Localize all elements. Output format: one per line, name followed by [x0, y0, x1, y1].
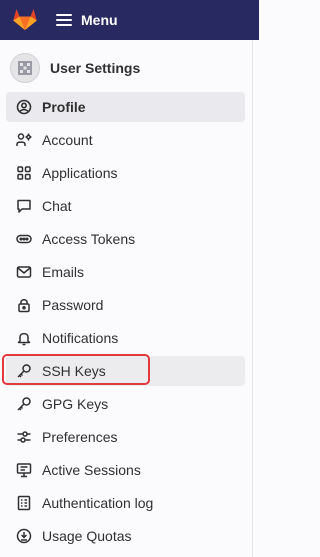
- quota-icon: [16, 528, 32, 544]
- sidebar-item-label: Profile: [42, 99, 86, 115]
- sidebar-scope-header[interactable]: User Settings: [10, 50, 140, 86]
- sidebar-item-authentication-log[interactable]: Authentication log: [6, 488, 245, 518]
- sidebar-item-password[interactable]: Password: [6, 290, 245, 320]
- sidebar-item-access-tokens[interactable]: Access Tokens: [6, 224, 245, 254]
- sidebar-item-label: Account: [42, 132, 93, 148]
- mail-icon: [16, 264, 32, 280]
- applications-icon: [16, 165, 32, 181]
- monitor-icon: [16, 462, 32, 478]
- sidebar-item-label: Authentication log: [42, 495, 154, 511]
- sidebar-item-label: Preferences: [42, 429, 118, 445]
- hamburger-icon: [56, 14, 72, 26]
- sidebar-item-active-sessions[interactable]: Active Sessions: [6, 455, 245, 485]
- sidebar-item-label: Applications: [42, 165, 118, 181]
- sidebar-item-label: SSH Keys: [42, 363, 106, 379]
- log-icon: [16, 495, 32, 511]
- sidebar: User Settings Profile Account Applicatio…: [0, 40, 253, 557]
- account-icon: [16, 132, 32, 148]
- sidebar-item-notifications[interactable]: Notifications: [6, 323, 245, 353]
- lock-icon: [16, 297, 32, 313]
- sidebar-item-label: Chat: [42, 198, 72, 214]
- sidebar-item-label: Usage Quotas: [42, 528, 132, 544]
- top-bar: Menu: [0, 0, 259, 40]
- sidebar-item-preferences[interactable]: Preferences: [6, 422, 245, 452]
- sidebar-item-emails[interactable]: Emails: [6, 257, 245, 287]
- sidebar-item-ssh-keys[interactable]: SSH Keys: [6, 356, 245, 386]
- user-avatar-icon: [10, 53, 40, 83]
- key-icon: [16, 363, 32, 379]
- profile-icon: [16, 99, 32, 115]
- sidebar-item-label: GPG Keys: [42, 396, 109, 412]
- sidebar-item-applications[interactable]: Applications: [6, 158, 245, 188]
- sidebar-item-label: Access Tokens: [42, 231, 136, 247]
- sidebar-scope-title: User Settings: [50, 60, 141, 76]
- sidebar-item-label: Notifications: [42, 330, 119, 346]
- sidebar-item-usage-quotas[interactable]: Usage Quotas: [6, 521, 245, 551]
- sidebar-item-gpg-keys[interactable]: GPG Keys: [6, 389, 245, 419]
- sidebar-item-label: Active Sessions: [42, 462, 141, 478]
- sidebar-item-chat[interactable]: Chat: [6, 191, 245, 221]
- preferences-icon: [16, 429, 32, 445]
- sidebar-item-label: Emails: [42, 264, 85, 280]
- key-icon: [16, 396, 32, 412]
- sidebar-item-label: Password: [42, 297, 104, 313]
- bell-icon: [16, 330, 32, 346]
- token-icon: [16, 231, 32, 247]
- sidebar-item-account[interactable]: Account: [6, 125, 245, 155]
- chat-icon: [16, 198, 32, 214]
- sidebar-item-profile[interactable]: Profile: [6, 92, 245, 122]
- gitlab-tanuki-icon[interactable]: [12, 7, 38, 31]
- menu-button[interactable]: Menu: [56, 8, 118, 32]
- menu-label: Menu: [81, 12, 118, 28]
